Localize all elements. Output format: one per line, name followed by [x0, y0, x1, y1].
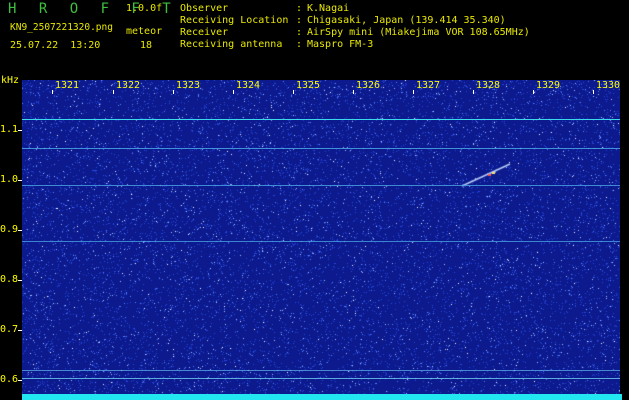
y-tick [18, 180, 22, 181]
y-label: 0.8 [0, 274, 19, 285]
y-tick [18, 380, 22, 381]
colon: : [296, 27, 303, 38]
x-label: 1330 [596, 80, 621, 91]
y-tick [18, 280, 22, 281]
y-axis-unit: kHz [1, 75, 20, 86]
carrier-line-1 [22, 119, 620, 120]
x-label: 1323 [176, 80, 201, 91]
y-label: 0.9 [0, 224, 19, 235]
x-tick [113, 90, 114, 94]
location-value: Chigasaki, Japan (139.414 35.340) [307, 15, 506, 26]
y-tick [18, 330, 22, 331]
y-tick [18, 230, 22, 231]
x-tick [173, 90, 174, 94]
x-tick [353, 90, 354, 94]
y-label: 0.7 [0, 324, 19, 335]
spectrogram-noise [22, 80, 620, 395]
header-panel: H R O F F T 1.0.0f KN9_2507221320.png me… [0, 0, 629, 76]
colon: : [296, 3, 303, 14]
x-tick [533, 90, 534, 94]
carrier-line-3 [22, 185, 620, 186]
x-tick [293, 90, 294, 94]
carrier-line-5 [22, 370, 620, 371]
meteor-label: meteor [126, 26, 163, 37]
x-label: 1324 [236, 80, 261, 91]
antenna-value: Maspro FM-3 [307, 39, 374, 50]
x-tick [593, 90, 594, 94]
spectrogram-plot [22, 80, 620, 395]
colon: : [296, 15, 303, 26]
x-label: 1329 [536, 80, 561, 91]
observation-datetime: 25.07.22 13:20 [10, 40, 101, 51]
x-label: 1328 [476, 80, 501, 91]
y-label: 0.6 [0, 374, 19, 385]
observer-value: K.Nagai [307, 3, 350, 14]
x-tick [52, 90, 53, 94]
app-version: 1.0.0f [126, 3, 163, 14]
x-label: 1322 [116, 80, 141, 91]
x-label: 1327 [416, 80, 441, 91]
x-label: 1326 [356, 80, 381, 91]
signal-level-bar [22, 394, 622, 400]
location-label: Receiving Location [180, 15, 289, 26]
x-label: 1325 [296, 80, 321, 91]
x-tick [473, 90, 474, 94]
x-label: 1321 [55, 80, 80, 91]
y-label: 1.1 [0, 124, 19, 135]
carrier-line-4 [22, 241, 620, 242]
receiver-value: AirSpy mini (Miakejima VOR 108.65MHz) [307, 27, 530, 38]
x-tick [233, 90, 234, 94]
y-label: 1.0 [0, 174, 19, 185]
receiver-label: Receiver [180, 27, 229, 38]
observer-label: Observer [180, 3, 229, 14]
image-filename: KN9_2507221320.png [10, 22, 113, 33]
carrier-line-6 [22, 378, 620, 379]
x-tick [413, 90, 414, 94]
meteor-count: 18 [140, 40, 153, 51]
colon: : [296, 39, 303, 50]
antenna-label: Receiving antenna [180, 39, 283, 50]
y-tick [18, 130, 22, 131]
carrier-line-2 [22, 148, 620, 149]
